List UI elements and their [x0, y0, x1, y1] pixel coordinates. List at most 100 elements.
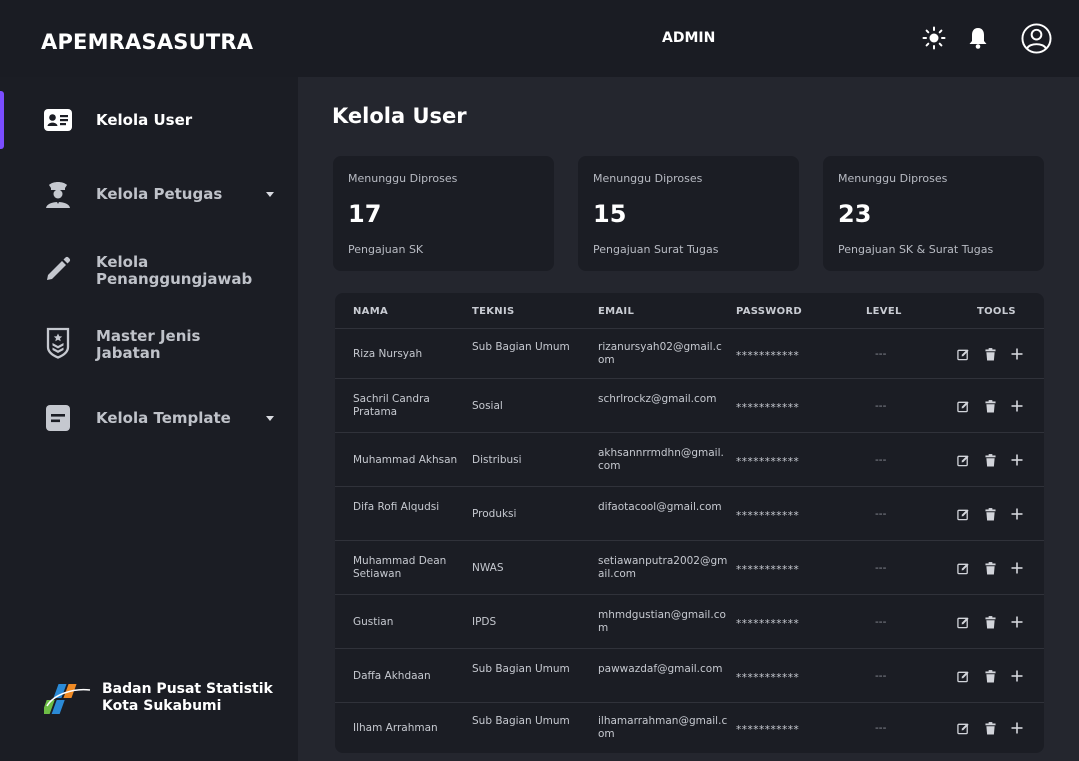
column-header-email[interactable]: EMAIL — [598, 306, 634, 317]
cell-teknis: Sosial — [472, 400, 503, 412]
cell-nama: Sachril Candra Pratama — [353, 393, 430, 418]
cell-level: --- — [875, 508, 887, 520]
app-brand: APEMRASASUTRA — [41, 30, 254, 54]
column-header-password[interactable]: PASSWORD — [736, 306, 802, 317]
sidebar-item-label: Kelola Template — [96, 408, 231, 427]
plus-icon[interactable] — [1010, 561, 1024, 575]
trash-icon[interactable] — [983, 615, 997, 629]
column-header-level[interactable]: LEVEL — [866, 306, 902, 317]
plus-icon[interactable] — [1010, 669, 1024, 683]
trash-icon[interactable] — [983, 507, 997, 521]
footer-org-name: Badan Pusat Statistik Kota Sukabumi — [102, 681, 273, 715]
edit-icon[interactable] — [956, 669, 970, 683]
cell-teknis: Sub Bagian Umum — [472, 341, 570, 353]
cell-nama: Ilham Arrahman — [353, 722, 438, 734]
plus-icon[interactable] — [1010, 615, 1024, 629]
trash-icon[interactable] — [983, 399, 997, 413]
edit-icon[interactable] — [956, 453, 970, 467]
plus-icon[interactable] — [1010, 721, 1024, 735]
cell-email: difaotacool@gmail.com — [598, 501, 722, 513]
stat-card: Menunggu Diproses 17 Pengajuan SK — [333, 156, 554, 271]
cell-email: rizanursyah02@gmail.com — [598, 341, 722, 366]
cell-password: *********** — [736, 456, 800, 468]
table-row: Daffa Akhdaan Sub Bagian Umum pawwazdaf@gm… — [335, 649, 1044, 703]
sidebar-item-master-jenis-jabatan[interactable]: Master Jenis Jabatan — [0, 325, 298, 365]
sidebar-item-kelola-user[interactable]: Kelola User — [0, 103, 298, 137]
cell-level: --- — [875, 562, 887, 574]
cell-teknis: IPDS — [472, 616, 497, 628]
edit-icon[interactable] — [956, 721, 970, 735]
column-header-tools: TOOLS — [977, 306, 1016, 317]
cell-password: *********** — [736, 510, 800, 522]
trash-icon[interactable] — [983, 347, 997, 361]
stat-card: Menunggu Diproses 15 Pengajuan Surat Tug… — [578, 156, 799, 271]
plus-icon[interactable] — [1010, 453, 1024, 467]
edit-icon[interactable] — [956, 561, 970, 575]
card-label: Menunggu Diproses — [348, 172, 458, 185]
sidebar-item-kelola-template[interactable]: Kelola Template — [0, 401, 298, 435]
sidebar-item-kelola-penanggungjawab[interactable]: Kelola Penanggungjawab — [0, 251, 298, 291]
sidebar-item-label: Master Jenis Jabatan — [96, 327, 201, 362]
cell-nama: Riza Nursyah — [353, 348, 423, 360]
cell-nama: Daffa Akhdaan — [353, 670, 431, 682]
user-role-label: ADMIN — [662, 30, 716, 46]
main-content: Kelola User Menunggu Diproses 17 Pengaju… — [298, 77, 1079, 761]
trash-icon[interactable] — [983, 669, 997, 683]
card-subtitle: Pengajuan Surat Tugas — [593, 243, 719, 256]
document-icon — [42, 402, 74, 434]
cell-level: --- — [875, 348, 887, 360]
cell-level: --- — [875, 722, 887, 734]
cell-level: --- — [875, 616, 887, 628]
sidebar-item-label: Kelola User — [96, 110, 193, 129]
cell-level: --- — [875, 400, 887, 412]
card-label: Menunggu Diproses — [593, 172, 703, 185]
edit-icon[interactable] — [956, 615, 970, 629]
sun-icon[interactable] — [920, 24, 948, 52]
card-value: 23 — [838, 200, 872, 228]
plus-icon[interactable] — [1010, 399, 1024, 413]
cell-password: *********** — [736, 564, 800, 576]
cell-password: *********** — [736, 350, 800, 362]
user-circle-icon[interactable] — [1020, 22, 1052, 54]
cell-password: *********** — [736, 402, 800, 414]
cell-nama: Muhammad Dean Setiawan — [353, 555, 447, 580]
cell-nama: Gustian — [353, 616, 394, 628]
cell-password: *********** — [736, 724, 800, 736]
column-header-teknis[interactable]: TEKNIS — [472, 306, 515, 317]
bell-icon[interactable] — [964, 24, 992, 52]
cell-level: --- — [875, 670, 887, 682]
pencil-icon — [42, 253, 74, 285]
edit-icon[interactable] — [956, 507, 970, 521]
cell-email: mhmdgustian@gmail.com — [598, 609, 726, 634]
edit-icon[interactable] — [956, 347, 970, 361]
cell-teknis: Sub Bagian Umum — [472, 715, 570, 727]
column-header-nama[interactable]: NAMA — [353, 306, 388, 317]
plus-icon[interactable] — [1010, 347, 1024, 361]
card-value: 17 — [348, 200, 382, 228]
cell-email: schrlrockz@gmail.com — [598, 393, 717, 405]
plus-icon[interactable] — [1010, 507, 1024, 521]
table-header: NAMA TEKNIS EMAIL PASSWORD LEVEL TOOLS — [335, 293, 1044, 329]
trash-icon[interactable] — [983, 561, 997, 575]
cell-email: ilhamarrahman@gmail.com — [598, 715, 728, 740]
chevron-down-icon — [266, 415, 274, 421]
sidebar-item-kelola-petugas[interactable]: Kelola Petugas — [0, 177, 298, 211]
trash-icon[interactable] — [983, 453, 997, 467]
footer-line-1: Badan Pusat Statistik — [102, 681, 273, 697]
cell-nama: Difa Rofi Alqudsi — [353, 501, 440, 513]
table-row: Ilham Arrahman Sub Bagian Umum ilhamarrahm… — [335, 703, 1044, 753]
chevron-down-icon — [266, 191, 274, 197]
cell-teknis: Sub Bagian Umum — [472, 663, 570, 675]
sidebar-item-label: Kelola Penanggungjawab — [96, 253, 253, 288]
footer-line-2: Kota Sukabumi — [102, 698, 222, 714]
edit-icon[interactable] — [956, 399, 970, 413]
cell-teknis: NWAS — [472, 562, 504, 574]
sidebar: Kelola User Kelola Petugas Kelola Penang… — [0, 77, 298, 761]
table-row: Difa Rofi Alqudsi Produksi difaotacool@gma… — [335, 487, 1044, 541]
card-subtitle: Pengajuan SK & Surat Tugas — [838, 243, 994, 256]
cell-password: *********** — [736, 672, 800, 684]
trash-icon[interactable] — [983, 721, 997, 735]
cell-nama: Muhammad Akhsan — [353, 454, 458, 466]
table-row: Muhammad Dean Setiawan NWAS setiawanputra2… — [335, 541, 1044, 595]
badge-icon — [42, 327, 74, 359]
